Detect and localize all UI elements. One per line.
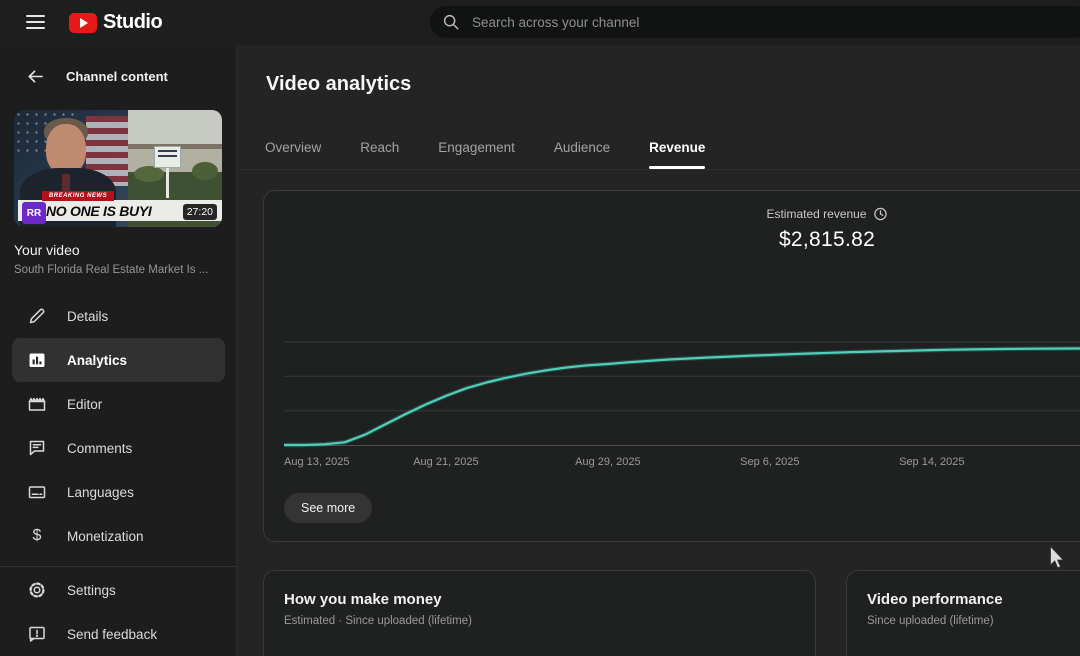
sidebar-item-label: Analytics bbox=[67, 352, 128, 368]
pencil-icon bbox=[27, 306, 47, 326]
x-tick-label: Aug 13, 2025 bbox=[284, 456, 350, 468]
hamburger-menu-icon[interactable] bbox=[26, 15, 45, 29]
search-icon bbox=[443, 14, 459, 30]
studio-logo[interactable]: Studio bbox=[69, 11, 163, 34]
sidebar-item-settings[interactable]: Settings bbox=[12, 568, 225, 612]
thumbnail-channel-badge: RR bbox=[22, 202, 46, 224]
feedback-icon bbox=[27, 624, 47, 644]
top-bar: Studio bbox=[0, 0, 1080, 45]
card-subtitle: Since uploaded (lifetime) bbox=[867, 615, 994, 627]
youtube-play-icon bbox=[69, 12, 97, 33]
tab-overview[interactable]: Overview bbox=[265, 129, 321, 169]
back-arrow-icon[interactable] bbox=[26, 67, 45, 86]
tab-revenue[interactable]: Revenue bbox=[649, 129, 706, 169]
card-title: Video performance bbox=[867, 591, 1003, 608]
search-input[interactable] bbox=[472, 14, 892, 30]
chart-x-axis-labels: Aug 13, 2025 Aug 21, 2025 Aug 29, 2025 Sep … bbox=[284, 456, 1080, 470]
video-title: South Florida Real Estate Market Is ... bbox=[14, 264, 209, 276]
sidebar-divider bbox=[0, 566, 237, 567]
metric-block: Estimated revenue $2,815.82 bbox=[766, 207, 887, 252]
video-performance-card[interactable]: Video performance Since uploaded (lifeti… bbox=[846, 570, 1080, 656]
clock-icon bbox=[874, 207, 887, 221]
sidebar-item-send-feedback[interactable]: Send feedback bbox=[12, 612, 225, 656]
metric-label-row: Estimated revenue bbox=[766, 207, 887, 221]
editor-icon bbox=[27, 394, 47, 414]
sidebar-item-label: Details bbox=[67, 308, 109, 324]
sidebar-item-analytics[interactable]: Analytics bbox=[12, 338, 225, 382]
sidebar-item-label: Send feedback bbox=[67, 626, 158, 642]
x-tick-label: Aug 21, 2025 bbox=[413, 456, 479, 468]
dollar-icon: $ bbox=[32, 527, 42, 544]
thumbnail-banner: BREAKING NEWS bbox=[42, 191, 114, 201]
tab-audience[interactable]: Audience bbox=[554, 129, 610, 169]
sidebar-item-label: Comments bbox=[67, 440, 133, 456]
search-bar[interactable] bbox=[430, 6, 1080, 38]
x-tick-label: Sep 14, 2025 bbox=[899, 456, 965, 468]
sidebar-item-monetization[interactable]: $ Monetization bbox=[12, 514, 225, 558]
tab-engagement[interactable]: Engagement bbox=[438, 129, 515, 169]
sidebar-item-languages[interactable]: Languages bbox=[12, 470, 225, 514]
how-you-make-money-card[interactable]: How you make money Estimated · Since upl… bbox=[263, 570, 816, 656]
sidebar-item-label: Languages bbox=[67, 484, 134, 500]
your-video-label: Your video bbox=[14, 242, 80, 258]
card-subtitle: Estimated · Since uploaded (lifetime) bbox=[284, 615, 472, 627]
youtube-studio-app: Studio Channel content NO ONE IS BUYI BR… bbox=[0, 0, 1080, 656]
revenue-chart-card: Estimated revenue $2,815.82 Aug 13, 2025… bbox=[263, 190, 1080, 542]
x-tick-label: Sep 6, 2025 bbox=[740, 456, 800, 468]
sidebar-item-editor[interactable]: Editor bbox=[12, 382, 225, 426]
languages-icon bbox=[27, 482, 47, 502]
metric-label: Estimated revenue bbox=[766, 207, 867, 221]
sidebar: Channel content NO ONE IS BUYI BREAKING … bbox=[0, 45, 237, 656]
analytics-tabs: Overview Reach Engagement Audience Revenue bbox=[238, 129, 1080, 170]
gear-icon bbox=[27, 580, 47, 600]
info-cards-row: How you make money Estimated · Since upl… bbox=[263, 570, 1080, 656]
sidebar-item-label: Monetization bbox=[67, 528, 144, 544]
metric-value: $2,815.82 bbox=[778, 228, 876, 251]
analytics-icon bbox=[27, 350, 47, 370]
sidebar-item-label: Editor bbox=[67, 396, 103, 412]
back-row: Channel content bbox=[0, 67, 168, 86]
sidebar-footer-menu: Settings Send feedback bbox=[0, 568, 237, 656]
sidebar-item-label: Settings bbox=[67, 582, 116, 598]
main-content: Video analytics Overview Reach Engagement A… bbox=[238, 45, 1080, 656]
x-tick-label: Aug 29, 2025 bbox=[575, 456, 641, 468]
back-label[interactable]: Channel content bbox=[66, 69, 168, 84]
card-title: How you make money bbox=[284, 591, 442, 608]
revenue-line-chart[interactable] bbox=[284, 291, 1080, 451]
see-more-button[interactable]: See more bbox=[284, 493, 373, 523]
page-title: Video analytics bbox=[266, 73, 412, 95]
sidebar-item-comments[interactable]: Comments bbox=[12, 426, 225, 470]
video-thumbnail[interactable]: NO ONE IS BUYI BREAKING NEWS RR 27:20 bbox=[14, 110, 222, 227]
tab-reach[interactable]: Reach bbox=[360, 129, 399, 169]
sidebar-menu: Details Analytics Editor Comments Languages $… bbox=[0, 294, 237, 558]
sidebar-item-details[interactable]: Details bbox=[12, 294, 225, 338]
brand-name: Studio bbox=[103, 11, 163, 33]
comments-icon bbox=[27, 438, 47, 458]
video-duration-badge: 27:20 bbox=[182, 204, 217, 220]
